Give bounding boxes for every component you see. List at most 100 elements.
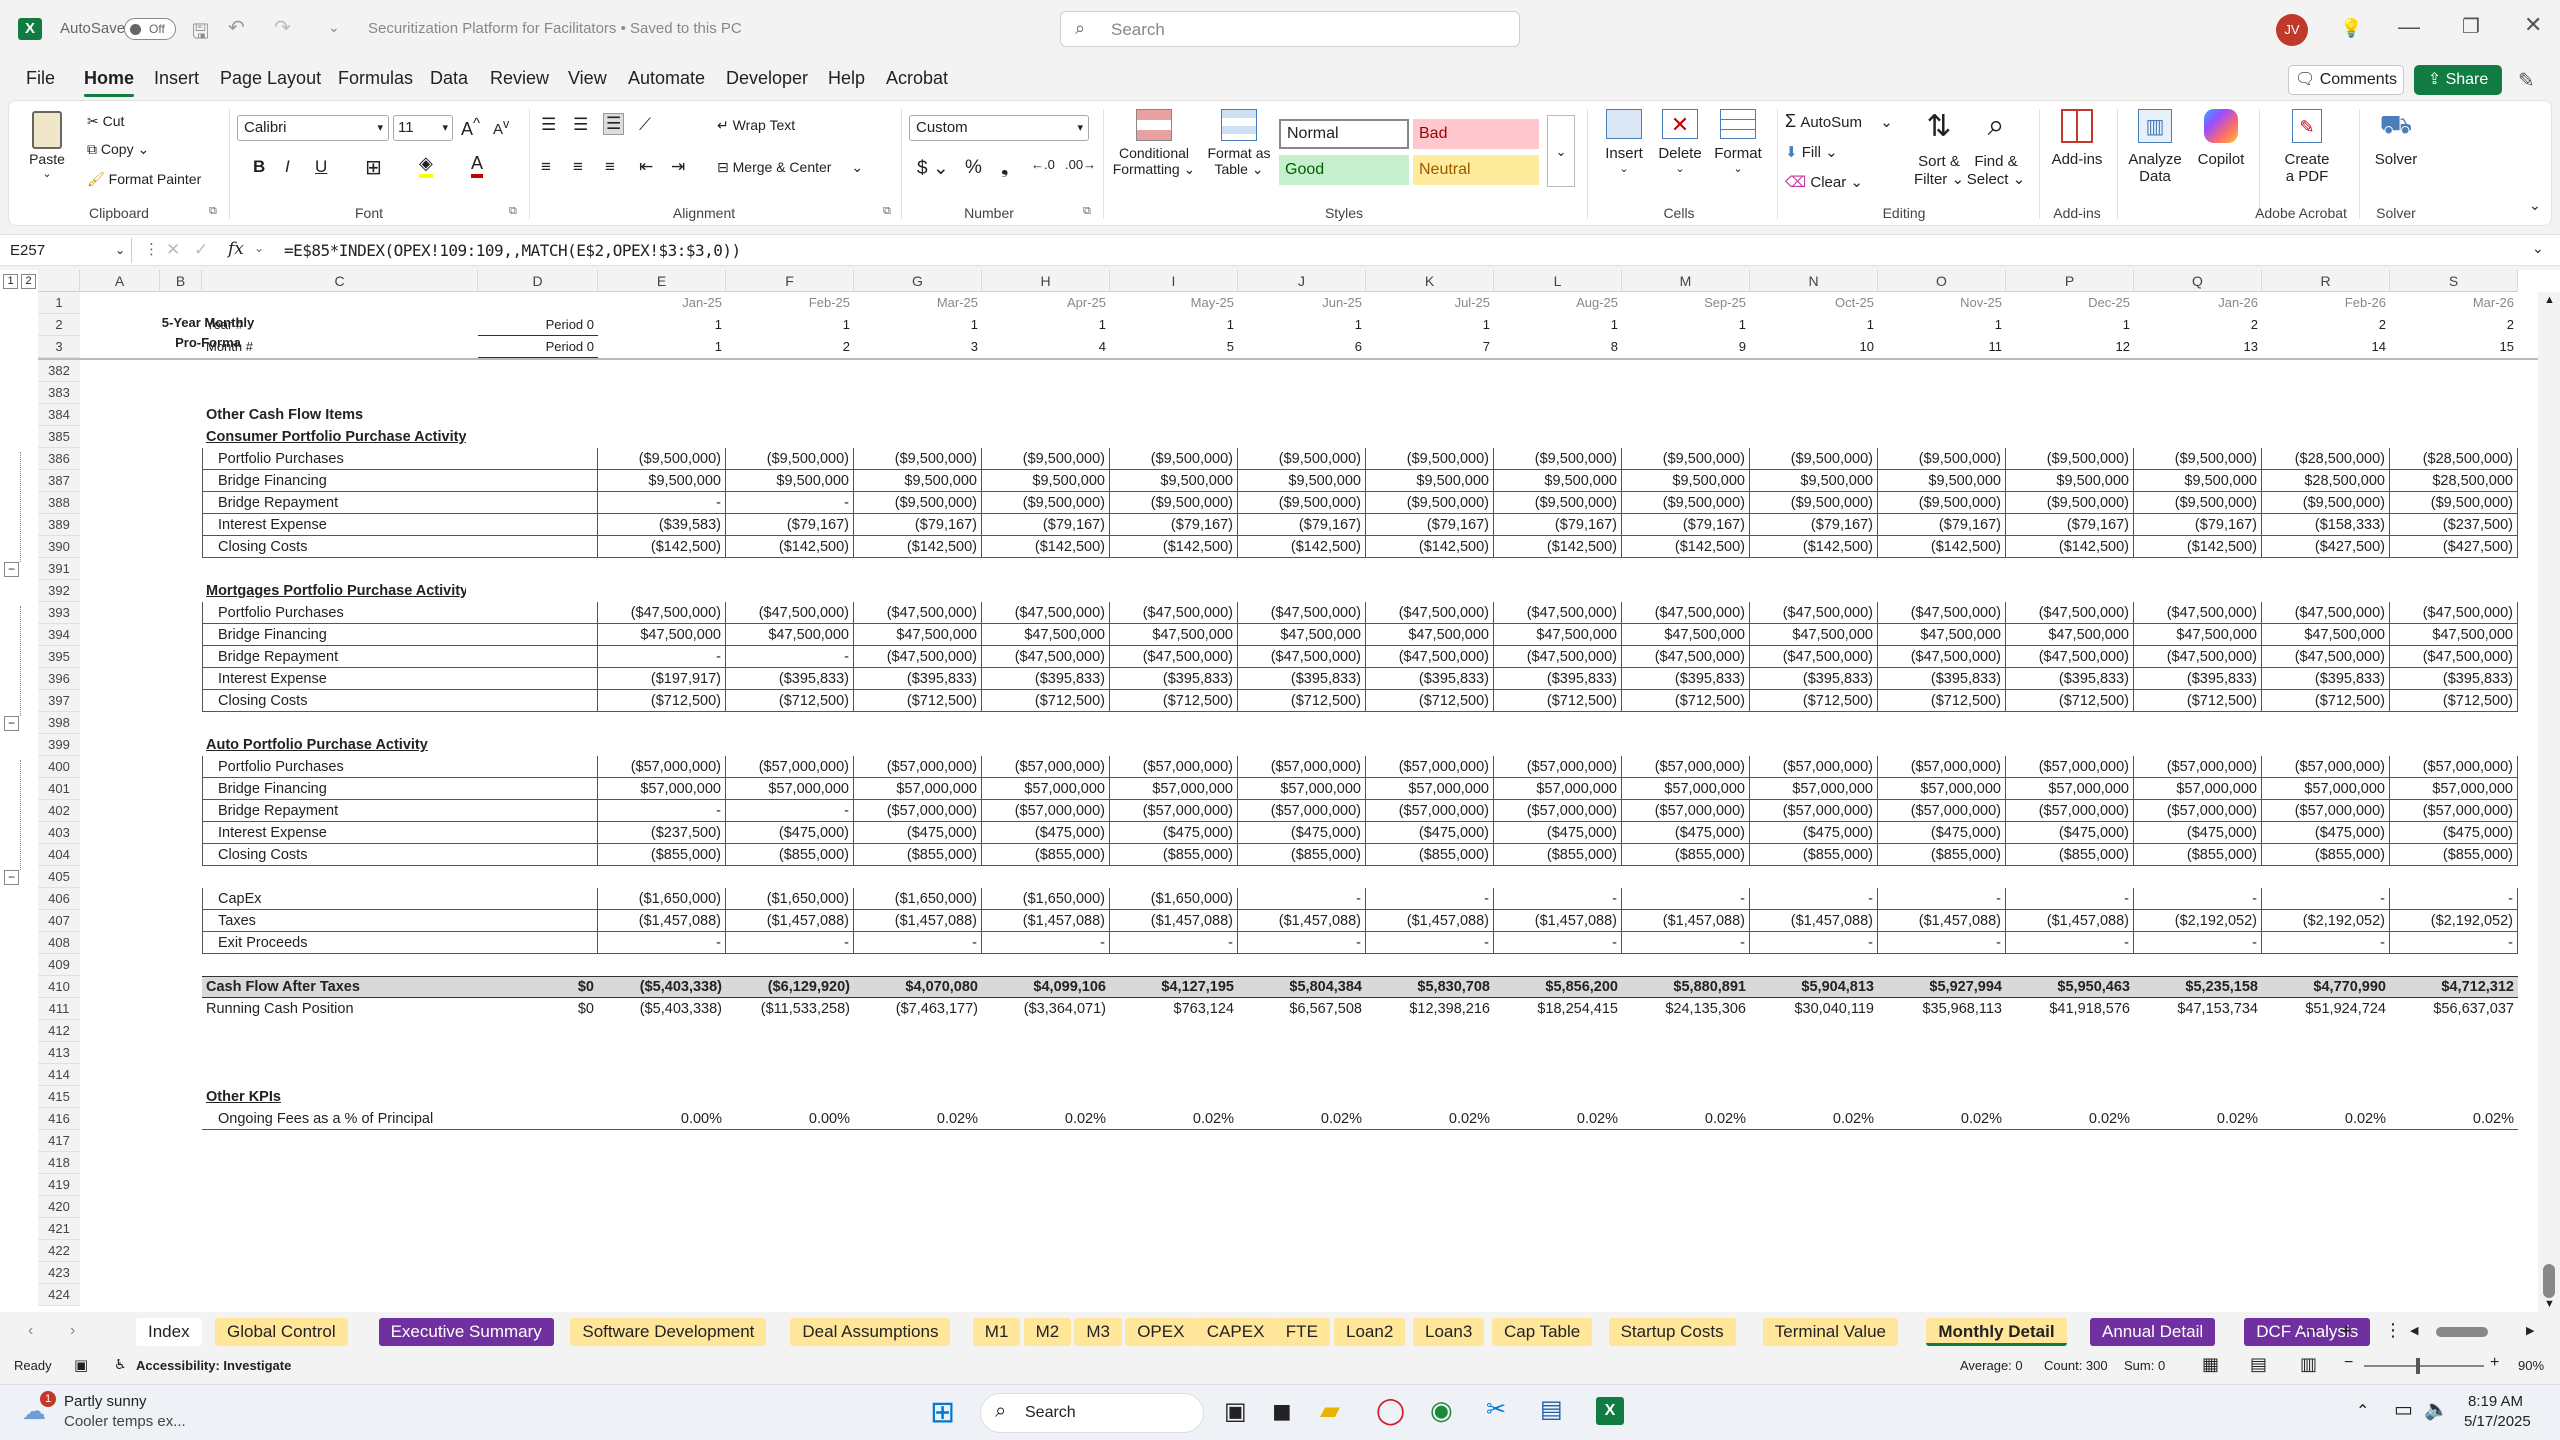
value-cell[interactable]: ($79,167) xyxy=(2006,514,2134,536)
align-bottom-icon[interactable]: ☰ xyxy=(603,113,625,135)
value-cell[interactable]: ($9,500,000) xyxy=(2006,448,2134,470)
style-neutral[interactable]: Neutral xyxy=(1413,155,1539,185)
value-cell[interactable]: 0.02% xyxy=(2390,1108,2518,1130)
value-cell[interactable]: - xyxy=(1238,888,1366,910)
analyze-data-button[interactable]: ▥ Analyze Data xyxy=(2123,109,2187,185)
row-header[interactable]: 396 xyxy=(38,668,80,690)
value-cell[interactable]: $47,500,000 xyxy=(1878,624,2006,646)
value-cell[interactable]: $9,500,000 xyxy=(1750,470,1878,492)
row-header[interactable]: 403 xyxy=(38,822,80,844)
value-cell[interactable]: ($57,000,000) xyxy=(1750,800,1878,822)
date-header[interactable]: Jan-25 xyxy=(598,292,726,314)
value-cell[interactable]: ($47,500,000) xyxy=(2006,646,2134,668)
row-header[interactable]: 384 xyxy=(38,404,80,426)
value-cell[interactable]: $35,968,113 xyxy=(1878,998,2006,1020)
date-header[interactable]: Nov-25 xyxy=(1878,292,2006,314)
value-cell[interactable]: ($47,500,000) xyxy=(982,646,1110,668)
value-cell[interactable]: 0.02% xyxy=(982,1108,1110,1130)
hscroll-thumb[interactable] xyxy=(2436,1327,2488,1337)
sheet-tab[interactable]: Monthly Detail xyxy=(1926,1318,2067,1346)
value-cell[interactable]: ($475,000) xyxy=(726,822,854,844)
value-cell[interactable]: 0.02% xyxy=(2134,1108,2262,1130)
month-number[interactable]: 2 xyxy=(726,336,854,358)
row-header[interactable]: 407 xyxy=(38,910,80,932)
row-label[interactable]: Auto Portfolio Purchase Activity xyxy=(206,734,466,756)
tab-help[interactable]: Help xyxy=(828,68,865,89)
year-number[interactable]: 1 xyxy=(1878,314,2006,336)
value-cell[interactable]: $47,500,000 xyxy=(1494,624,1622,646)
date-header[interactable]: Jun-25 xyxy=(1238,292,1366,314)
value-cell[interactable]: - xyxy=(1110,932,1238,954)
value-cell[interactable]: ($395,833) xyxy=(2262,668,2390,690)
paste-button[interactable]: Paste ⌄ xyxy=(21,109,73,199)
value-cell[interactable]: ($9,500,000) xyxy=(1878,448,2006,470)
document-title[interactable]: Securitization Platform for Facilitators… xyxy=(368,20,742,37)
value-cell[interactable]: $47,500,000 xyxy=(2390,624,2518,646)
value-cell[interactable]: $4,712,312 xyxy=(2390,976,2518,998)
value-cell[interactable]: ($9,500,000) xyxy=(982,448,1110,470)
value-cell[interactable]: $5,904,813 xyxy=(1750,976,1878,998)
tab-page-layout[interactable]: Page Layout xyxy=(220,68,321,89)
month-number[interactable]: 14 xyxy=(2262,336,2390,358)
value-cell[interactable]: $47,500,000 xyxy=(598,624,726,646)
column-header[interactable]: R xyxy=(2262,270,2390,292)
value-cell[interactable]: ($142,500) xyxy=(1110,536,1238,558)
value-cell[interactable]: ($57,000,000) xyxy=(2006,756,2134,778)
value-cell[interactable]: ($47,500,000) xyxy=(2390,602,2518,624)
value-cell[interactable]: - xyxy=(1494,888,1622,910)
value-cell[interactable]: ($57,000,000) xyxy=(1238,800,1366,822)
value-cell[interactable]: ($47,500,000) xyxy=(1366,602,1494,624)
row-header[interactable]: 387 xyxy=(38,470,80,492)
task-view-icon[interactable]: ▣ xyxy=(1224,1397,1247,1426)
value-cell[interactable]: - xyxy=(1878,888,2006,910)
row-header[interactable]: 422 xyxy=(38,1240,80,1262)
more-icon[interactable]: ⋮ xyxy=(144,240,159,258)
style-bad[interactable]: Bad xyxy=(1413,119,1539,149)
insert-cells-button[interactable]: Insert ⌄ xyxy=(1597,109,1651,175)
value-cell[interactable]: $4,770,990 xyxy=(2262,976,2390,998)
value-cell[interactable]: ($5,403,338) xyxy=(598,998,726,1020)
row-header[interactable]: 423 xyxy=(38,1262,80,1284)
value-cell[interactable]: ($1,650,000) xyxy=(982,888,1110,910)
row-label[interactable]: Running Cash Position xyxy=(206,998,466,1020)
value-cell[interactable]: ($9,500,000) xyxy=(1622,492,1750,514)
value-cell[interactable]: ($427,500) xyxy=(2262,536,2390,558)
value-cell[interactable]: ($79,167) xyxy=(2134,514,2262,536)
value-cell[interactable]: ($142,500) xyxy=(726,536,854,558)
value-cell[interactable]: ($47,500,000) xyxy=(1366,646,1494,668)
row-header[interactable]: 413 xyxy=(38,1042,80,1064)
row-header[interactable]: 383 xyxy=(38,382,80,404)
date-header[interactable]: Dec-25 xyxy=(2006,292,2134,314)
column-header[interactable]: F xyxy=(726,270,854,292)
value-cell[interactable]: ($475,000) xyxy=(2390,822,2518,844)
macro-record-icon[interactable]: ▣ xyxy=(74,1356,88,1374)
value-cell[interactable]: ($79,167) xyxy=(726,514,854,536)
value-cell[interactable]: ($712,500) xyxy=(1878,690,2006,712)
value-cell[interactable]: ($395,833) xyxy=(2390,668,2518,690)
tray-chevron-icon[interactable]: ⌃ xyxy=(2356,1401,2369,1421)
value-cell[interactable]: ($855,000) xyxy=(1238,844,1366,866)
value-cell[interactable]: $47,500,000 xyxy=(854,624,982,646)
accessibility-status[interactable]: Accessibility: Investigate xyxy=(136,1358,291,1373)
value-cell[interactable]: ($395,833) xyxy=(726,668,854,690)
tab-acrobat[interactable]: Acrobat xyxy=(886,68,948,89)
value-cell[interactable]: 0.02% xyxy=(1750,1108,1878,1130)
value-cell[interactable]: $5,950,463 xyxy=(2006,976,2134,998)
redo-icon[interactable]: ↷ xyxy=(274,15,291,40)
value-cell[interactable]: $47,153,734 xyxy=(2134,998,2262,1020)
value-cell[interactable]: ($855,000) xyxy=(1622,844,1750,866)
column-header[interactable]: L xyxy=(1494,270,1622,292)
month-number[interactable]: 4 xyxy=(982,336,1110,358)
increase-indent-icon[interactable]: ⇥ xyxy=(671,157,685,177)
column-header[interactable]: C xyxy=(202,270,478,292)
value-cell[interactable]: ($5,403,338) xyxy=(598,976,726,998)
value-cell[interactable]: ($57,000,000) xyxy=(726,756,854,778)
value-cell[interactable]: ($855,000) xyxy=(2262,844,2390,866)
column-header[interactable]: P xyxy=(2006,270,2134,292)
value-cell[interactable]: ($47,500,000) xyxy=(2390,646,2518,668)
sheet-tab[interactable]: CAPEX xyxy=(1194,1318,1277,1346)
month-label[interactable]: Month # xyxy=(206,336,406,358)
add-sheet-icon[interactable]: + xyxy=(2340,1318,2353,1344)
value-cell[interactable]: ($395,833) xyxy=(2134,668,2262,690)
value-cell[interactable]: $47,500,000 xyxy=(982,624,1110,646)
